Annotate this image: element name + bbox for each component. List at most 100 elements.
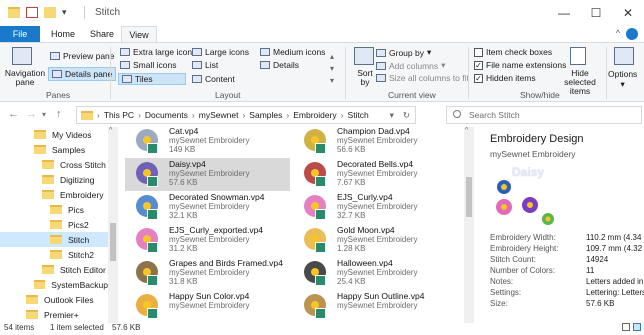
group-by-button[interactable]: Group by ▾ <box>376 47 431 58</box>
file-size: 32.7 KB <box>337 211 366 220</box>
nav-scrollbar[interactable]: ^ <box>108 127 118 323</box>
medium-icons-option[interactable]: Medium icons <box>260 47 325 57</box>
detail-value[interactable]: Lettering: Letters: ... <box>586 288 644 297</box>
item-check-boxes-toggle[interactable]: Item check boxes <box>474 47 552 57</box>
tiles-option[interactable]: Tiles <box>118 73 186 85</box>
nav-item-outlook-files[interactable]: Outlook Files <box>26 292 108 307</box>
layout-scroll-icon[interactable]: ▴ ▾ ▾ <box>330 51 334 87</box>
refresh-icon[interactable]: ↻ <box>398 110 415 121</box>
file-tile[interactable]: Happy Sun Color.vp4 mySewnet Embroidery <box>125 290 290 323</box>
chevron-down-icon[interactable]: ▾ <box>390 110 394 121</box>
breadcrumb-mysewnet[interactable]: mySewnet <box>199 110 239 120</box>
navigation-pane-button[interactable]: Navigation pane <box>2 69 48 87</box>
small-icons-option[interactable]: Small icons <box>120 60 176 70</box>
scroll-up-icon[interactable]: ^ <box>465 127 468 134</box>
file-tile[interactable]: EJS_Curly_exported.vp4 mySewnet Embroider… <box>125 224 290 257</box>
nav-item-digitizing[interactable]: Digitizing <box>42 172 108 187</box>
nav-item-my-videos[interactable]: My Videos <box>34 127 108 142</box>
hide-selected-items-button[interactable]: Hide selected items <box>556 69 604 96</box>
preview-pane-button[interactable]: Preview pane <box>50 51 115 61</box>
nav-scroll-thumb[interactable] <box>110 223 116 261</box>
file-tile[interactable]: Decorated Snowman.vp4 mySewnet Embroidery… <box>125 191 290 224</box>
tiles-icon <box>122 75 132 83</box>
breadcrumb-documents[interactable]: Documents <box>145 110 188 120</box>
options-button[interactable]: Options ▾ <box>608 69 637 90</box>
tab-view[interactable]: View <box>121 26 157 42</box>
file-name-extensions-toggle[interactable]: ✓ File name extensions <box>474 60 566 70</box>
breadcrumb-separator[interactable]: › <box>192 110 195 120</box>
file-tile[interactable]: Gold Moon.vp4 mySewnet Embroidery 1.28 KB <box>293 224 458 257</box>
close-button[interactable]: ✕ <box>612 3 644 23</box>
file-tile[interactable]: Halloween.vp4 mySewnet Embroidery 25.4 KB <box>293 257 458 290</box>
nav-item-samples[interactable]: Samples <box>34 142 108 157</box>
recent-locations-icon[interactable]: ▾ <box>42 110 46 119</box>
content-option[interactable]: Content <box>192 74 235 84</box>
search-input[interactable]: Search Stitch <box>446 106 642 124</box>
list-option[interactable]: List <box>192 60 218 70</box>
file-tile[interactable]: EJS_Curly.vp4 mySewnet Embroidery 32.7 KB <box>293 191 458 224</box>
nav-item-stitch-editor[interactable]: Stitch Editor <box>42 262 108 277</box>
help-icon[interactable] <box>626 28 638 40</box>
properties-icon[interactable] <box>26 7 38 18</box>
file-list-scroll-thumb[interactable] <box>466 177 472 217</box>
size-columns-icon <box>376 74 386 82</box>
detail-value[interactable]: Letters added in PR... <box>586 277 644 286</box>
large-icons-option[interactable]: Large icons <box>192 47 249 57</box>
nav-item-stitch[interactable]: Stitch <box>0 232 108 247</box>
file-tile[interactable]: Cat.vp4 mySewnet Embroidery 149 KB <box>125 127 290 158</box>
address-bar[interactable]: › This PC › Documents › mySewnet › Sampl… <box>76 106 416 124</box>
file-tile[interactable]: Daisy.vp4 mySewnet Embroidery 57.6 KB <box>125 158 290 191</box>
hidden-items-label: Hidden items <box>486 73 536 83</box>
nav-item-pics[interactable]: Pics <box>50 202 108 217</box>
detail-value[interactable]: 109.7 mm (4.32 ") <box>586 244 644 253</box>
sort-by-button[interactable]: Sort by <box>352 69 378 87</box>
quick-access-dropdown-icon[interactable]: ▾ <box>62 7 72 18</box>
details-view-icon[interactable] <box>622 323 630 331</box>
tab-home[interactable]: Home <box>44 26 82 42</box>
file-tile[interactable]: Happy Sun Outline.vp4 mySewnet Embroidery <box>293 290 458 323</box>
breadcrumb-samples[interactable]: Samples <box>249 110 282 120</box>
file-tile[interactable]: Grapes and Birds Framed.vp4 mySewnet Embr… <box>125 257 290 290</box>
nav-item-premier-[interactable]: Premier+ <box>26 307 108 322</box>
new-folder-icon[interactable] <box>44 7 56 18</box>
nav-item-embroidery[interactable]: Embroidery <box>42 187 108 202</box>
hidden-items-toggle[interactable]: ✓ Hidden items <box>474 73 536 83</box>
details-option[interactable]: Details <box>260 60 299 70</box>
forward-icon[interactable]: → <box>26 108 37 120</box>
nav-item-cross-stitch[interactable]: Cross Stitch <box>42 157 108 172</box>
detail-value[interactable]: 14924 <box>586 255 608 264</box>
details-pane-button[interactable]: Details pane <box>48 67 117 81</box>
file-list-scrollbar[interactable]: ^ <box>464 127 474 323</box>
breadcrumb-stitch[interactable]: Stitch <box>348 110 369 120</box>
size-columns-button[interactable]: Size all columns to fit <box>376 73 469 83</box>
file-tile[interactable]: Champion Dad.vp4 mySewnet Embroidery 56.6 … <box>293 127 458 158</box>
up-icon[interactable]: ↑ <box>56 108 62 120</box>
add-columns-button[interactable]: Add columns ▾ <box>376 60 445 71</box>
breadcrumb-separator[interactable]: › <box>97 110 100 120</box>
breadcrumb-embroidery[interactable]: Embroidery <box>293 110 336 120</box>
navigation-pane-label: Navigation pane <box>4 68 46 87</box>
collapse-ribbon-icon[interactable]: ^ <box>616 28 620 38</box>
tab-file[interactable]: File <box>0 26 40 42</box>
detail-value[interactable]: 11 <box>586 266 594 275</box>
nav-item-stitch2[interactable]: Stitch2 <box>50 247 108 262</box>
nav-item-systembackup[interactable]: SystemBackup <box>34 277 108 292</box>
breadcrumb-separator[interactable]: › <box>286 110 289 120</box>
tab-share[interactable]: Share <box>84 26 120 42</box>
minimize-button[interactable]: — <box>548 3 580 23</box>
file-tile[interactable]: Decorated Bells.vp4 mySewnet Embroidery 7.… <box>293 158 458 191</box>
nav-item-pics2[interactable]: Pics2 <box>50 217 108 232</box>
breadcrumb-separator[interactable]: › <box>242 110 245 120</box>
maximize-button[interactable]: ☐ <box>580 3 612 23</box>
tiles-view-icon[interactable] <box>633 323 641 331</box>
breadcrumb-separator[interactable]: › <box>138 110 141 120</box>
detail-value[interactable]: 57.6 KB <box>586 299 614 308</box>
scroll-up-icon[interactable]: ^ <box>109 127 112 134</box>
extra-large-icons-option[interactable]: Extra large icons <box>120 47 196 57</box>
nav-item-label: SystemBackup <box>51 279 108 290</box>
details-title: Embroidery Design <box>490 133 584 145</box>
breadcrumb-this-pc[interactable]: This PC <box>104 110 134 120</box>
detail-value[interactable]: 110.2 mm (4.34 ") <box>586 233 644 242</box>
back-icon[interactable]: ← <box>8 108 19 120</box>
breadcrumb-separator[interactable]: › <box>341 110 344 120</box>
